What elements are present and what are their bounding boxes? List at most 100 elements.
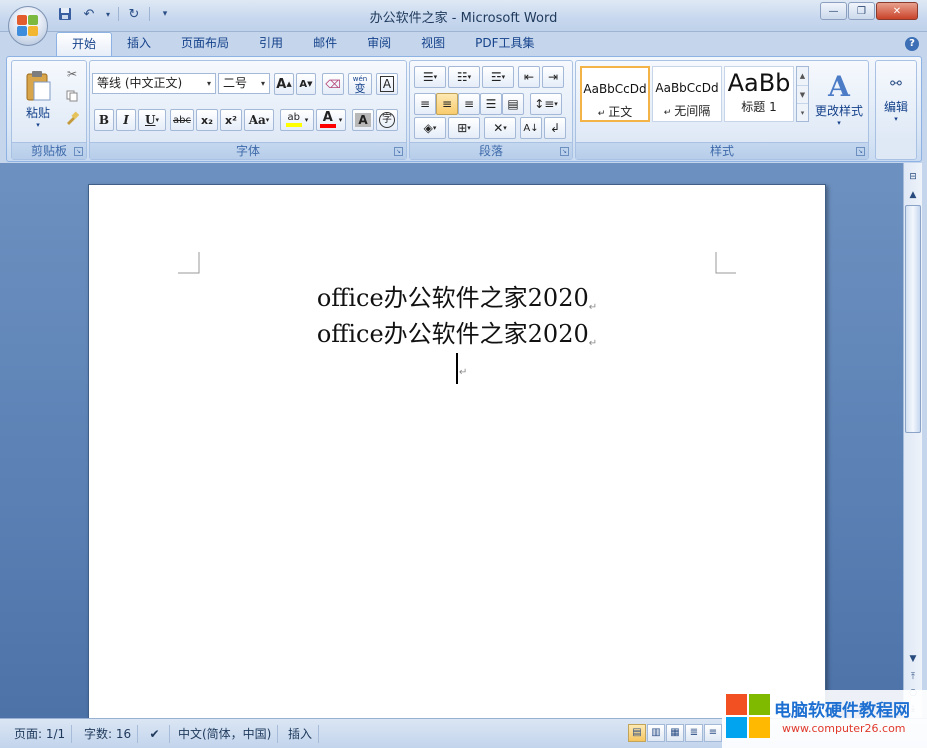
minimize-button[interactable]: — <box>820 2 847 20</box>
shrink-font-button[interactable]: A ▼ <box>296 73 316 95</box>
style-heading-1[interactable]: AaBb 标题 1 <box>724 66 794 122</box>
font-name-combo[interactable]: 等线 (中文正文) ▾ <box>92 73 216 94</box>
chinese-layout-button[interactable]: ✕ ▾ <box>484 117 516 139</box>
view-buttons: ▤ ▥ ▦ ≣ ≡ <box>628 724 722 742</box>
watermark: 电脑软硬件教程网 www.computer26.com <box>722 690 927 748</box>
title-bar: ↶ ▾ ↻ ▾ 办公软件之家 - Microsoft Word — ❐ ✕ <box>0 0 927 32</box>
web-layout-icon[interactable]: ▦ <box>666 724 684 742</box>
justify-button[interactable]: ☰ <box>480 93 502 115</box>
distributed-button[interactable]: ▤ <box>502 93 524 115</box>
chevron-down-icon: ▾ <box>894 114 898 123</box>
paragraph-mark-icon: ↵ <box>588 338 598 349</box>
style-normal[interactable]: AaBbCcDd ↵ 正文 <box>580 66 650 122</box>
borders-icon: ⊞ <box>457 121 468 135</box>
draft-view-icon[interactable]: ≡ <box>704 724 722 742</box>
font-color-bar <box>319 124 336 128</box>
underline-button[interactable]: U ▾ <box>138 109 166 131</box>
print-layout-icon[interactable]: ▤ <box>628 724 646 742</box>
help-icon[interactable]: ? <box>905 37 919 51</box>
chevron-down-icon: ▾ <box>338 116 343 124</box>
align-center-button[interactable]: ≡ <box>436 93 458 115</box>
superscript-button[interactable]: x² <box>220 109 242 131</box>
italic-button[interactable]: I <box>116 109 136 131</box>
scroll-down-icon[interactable]: ▼ <box>905 651 921 667</box>
tab-home[interactable]: 开始 <box>56 32 113 56</box>
scroll-down-icon[interactable]: ▼ <box>797 85 808 103</box>
previous-page-icon[interactable]: ⤒ <box>905 669 921 685</box>
chevron-down-icon: ▾ <box>260 79 265 88</box>
borders-button[interactable]: ⊞ ▾ <box>448 117 480 139</box>
shading-button[interactable]: ◈ ▾ <box>414 117 446 139</box>
align-right-button[interactable]: ≡ <box>458 93 480 115</box>
document-page[interactable]: office办公软件之家2020↵ office办公软件之家2020↵ ↵ <box>88 184 826 724</box>
tab-review[interactable]: 审阅 <box>352 32 406 56</box>
character-border-button[interactable]: A <box>376 73 398 95</box>
change-styles-label: 更改样式 <box>814 103 863 118</box>
highlight-button[interactable]: ab ▾ <box>280 109 314 131</box>
distributed-icon: ▤ <box>507 97 519 111</box>
numbering-button[interactable]: ☷ ▾ <box>448 66 480 88</box>
strikethrough-button[interactable]: abc <box>170 109 194 131</box>
phonetic-guide-button[interactable]: wén 变 <box>348 73 372 95</box>
font-color-button[interactable]: A ▾ <box>316 109 346 131</box>
tab-page-layout[interactable]: 页面布局 <box>166 32 244 56</box>
status-page[interactable]: 页面: 1/1 <box>8 725 73 743</box>
shrink-font-icon: A <box>299 78 308 90</box>
scroll-up-icon[interactable]: ▲ <box>905 187 921 203</box>
increase-indent-button[interactable]: ⇥ <box>542 66 564 88</box>
character-shading-button[interactable]: A <box>352 109 374 131</box>
scrollbar-thumb[interactable] <box>905 205 921 433</box>
ruler-toggle-icon[interactable]: ⊟ <box>905 169 921 185</box>
sort-button[interactable]: A↓ <box>520 117 542 139</box>
style-no-spacing[interactable]: AaBbCcDd ↵ 无间隔 <box>652 66 722 122</box>
tab-mailings[interactable]: 邮件 <box>298 32 352 56</box>
change-styles-button[interactable]: A 更改样式 ▾ <box>812 63 866 135</box>
clipboard-dialog-launcher[interactable]: ↘ <box>74 147 83 156</box>
proofing-icon[interactable]: ✔ <box>140 725 170 743</box>
editing-button[interactable]: ⚯ 编辑 ▾ <box>878 63 914 135</box>
superscript-icon: x² <box>225 113 237 127</box>
sort-icon: A↓ <box>523 122 539 134</box>
cut-button[interactable]: ✂ <box>62 65 82 83</box>
change-case-button[interactable]: Aa ▾ <box>244 109 274 131</box>
line-spacing-button[interactable]: ↕≡ ▾ <box>530 93 562 115</box>
vertical-scrollbar[interactable]: ⊟ ▲ ▼ ⤒ ○ ⤓ <box>903 163 922 718</box>
styles-dialog-launcher[interactable]: ↘ <box>856 147 865 156</box>
font-dialog-launcher[interactable]: ↘ <box>394 147 403 156</box>
tab-references[interactable]: 引用 <box>244 32 298 56</box>
chevron-down-icon: ▾ <box>554 100 558 108</box>
format-painter-button[interactable] <box>62 109 82 127</box>
tab-insert[interactable]: 插入 <box>112 32 166 56</box>
status-word-count[interactable]: 字数: 16 <box>78 725 139 743</box>
show-marks-button[interactable]: ↲ <box>544 117 566 139</box>
tab-pdf-tools[interactable]: PDF工具集 <box>460 32 549 56</box>
multilevel-list-button[interactable]: ☲ ▾ <box>482 66 514 88</box>
enclose-characters-button[interactable]: 字 <box>376 109 398 131</box>
document-line[interactable]: office办公软件之家2020↵ <box>89 314 825 349</box>
restore-button[interactable]: ❐ <box>848 2 875 20</box>
decrease-indent-button[interactable]: ⇤ <box>518 66 540 88</box>
up-triangle-icon: ▲ <box>286 80 292 88</box>
tab-view[interactable]: 视图 <box>406 32 460 56</box>
subscript-button[interactable]: x₂ <box>196 109 218 131</box>
copy-button[interactable] <box>62 87 82 105</box>
status-language[interactable]: 中文(简体，中国) <box>172 725 279 743</box>
bullets-button[interactable]: ☰ ▾ <box>414 66 446 88</box>
document-line[interactable]: office办公软件之家2020↵ <box>89 278 825 313</box>
char-border-icon: A <box>379 76 395 92</box>
paste-button[interactable]: 粘贴 ▾ <box>18 63 58 135</box>
outline-view-icon[interactable]: ≣ <box>685 724 703 742</box>
scroll-up-icon[interactable]: ▲ <box>797 67 808 85</box>
close-button[interactable]: ✕ <box>876 2 918 20</box>
font-size-combo[interactable]: 二号 ▾ <box>218 73 270 94</box>
align-left-button[interactable]: ≡ <box>414 93 436 115</box>
paragraph-dialog-launcher[interactable]: ↘ <box>560 147 569 156</box>
office-button[interactable] <box>8 6 48 46</box>
more-styles-icon[interactable]: ▾ <box>797 103 808 121</box>
status-insert-mode[interactable]: 插入 <box>282 725 320 743</box>
clear-formatting-button[interactable]: ⌫ <box>322 73 344 95</box>
highlight-color-bar <box>285 123 302 127</box>
full-screen-reading-icon[interactable]: ▥ <box>647 724 665 742</box>
grow-font-button[interactable]: A ▲ <box>274 73 294 95</box>
bold-button[interactable]: B <box>94 109 114 131</box>
